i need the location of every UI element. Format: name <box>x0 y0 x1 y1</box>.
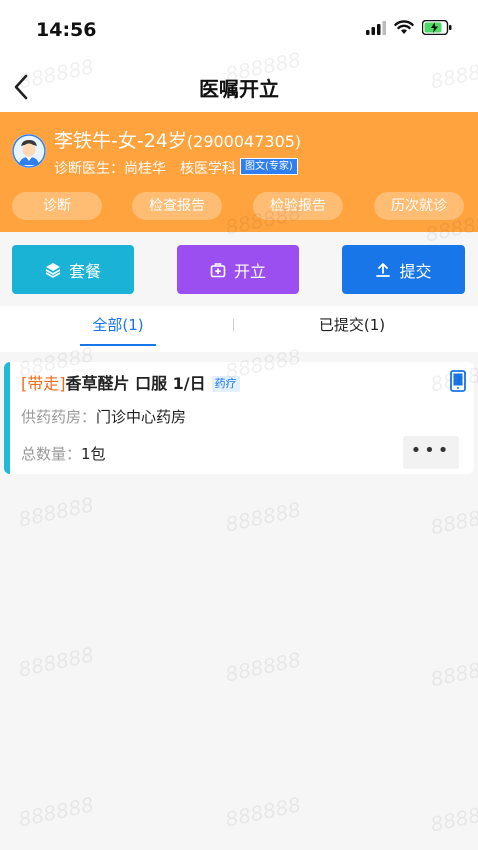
status-icons <box>366 20 452 35</box>
consult-type-badge: 图文(专家) <box>240 158 298 175</box>
order-tabs: 全部(1) 已提交(1) <box>0 306 478 352</box>
patient-name-text: 李铁牛-女-24岁 <box>54 130 187 152</box>
more-options-button[interactable]: ••• <box>403 436 459 469</box>
doctor-name: 尚桂华 <box>124 161 166 177</box>
department-name: 核医学科 <box>180 161 236 177</box>
tab-all[interactable]: 全部(1) <box>58 306 178 352</box>
watermark: 888888 <box>16 792 97 832</box>
prescribe-button-label: 开立 <box>233 261 266 281</box>
patient-name: 李铁牛-女-24岁(2900047305) <box>54 126 301 153</box>
order-title-text: 香草醛片 口服 1/日 <box>65 374 206 393</box>
pharmacy-label: 供药药房： <box>21 408 97 426</box>
signal-icon <box>366 20 386 35</box>
quantity-value: 1包 <box>81 445 106 463</box>
tab-submitted-label: 已提交(1) <box>318 316 386 334</box>
doctor-line: 诊断医生：尚桂华 核医学科 图文(专家) <box>54 158 298 178</box>
patient-id: (2900047305) <box>186 132 302 151</box>
patient-card: 李铁牛-女-24岁(2900047305) 诊断医生：尚桂华 核医学科 图文(专家)… <box>0 112 478 232</box>
nav-bar: 医嘱开立 <box>0 62 478 112</box>
watermark: 888888 <box>16 492 97 532</box>
order-status-bar <box>4 362 10 474</box>
prescribe-button[interactable]: 开立 <box>177 245 299 294</box>
order-card[interactable]: [带走]香草醛片 口服 1/日 药疗 供药药房：门诊中心药房 总数量：1包 ••• <box>4 362 474 474</box>
quick-tab-visit-history[interactable]: 历次就诊 <box>374 192 464 220</box>
tab-active-indicator <box>80 344 156 346</box>
watermark: 888888 <box>16 642 97 682</box>
tab-divider <box>233 319 234 331</box>
wifi-icon <box>394 20 414 34</box>
submit-button-label: 提交 <box>399 261 432 281</box>
watermark: 888888 <box>223 792 304 832</box>
quick-tab-exam-report[interactable]: 检查报告 <box>132 192 222 220</box>
doctor-avatar <box>12 134 46 168</box>
battery-icon <box>422 20 452 35</box>
upload-icon <box>376 262 391 277</box>
quantity-label: 总数量： <box>21 445 82 463</box>
order-title: [带走]香草醛片 口服 1/日 药疗 <box>21 370 240 394</box>
avatar-icon <box>12 134 46 168</box>
package-button-label: 套餐 <box>68 261 101 281</box>
watermark: 888888 <box>428 797 478 837</box>
quantity-row: 总数量：1包 <box>21 443 106 464</box>
watermark: 888888 <box>223 497 304 537</box>
mobile-device-icon <box>450 370 466 392</box>
status-bar: 14:56 <box>0 0 478 62</box>
watermark: 888888 <box>223 647 304 687</box>
medkit-icon <box>210 262 226 277</box>
submit-button[interactable]: 提交 <box>342 245 465 294</box>
watermark: 888888 <box>428 652 478 692</box>
tab-all-label: 全部(1) <box>92 316 144 334</box>
action-bar: 套餐 开立 提交 <box>0 232 478 306</box>
layers-icon <box>45 262 61 278</box>
tab-submitted[interactable]: 已提交(1) <box>292 306 412 352</box>
package-button[interactable]: 套餐 <box>12 245 134 294</box>
pharmacy-row: 供药药房：门诊中心药房 <box>21 406 186 427</box>
order-type-badge: 药疗 <box>211 376 240 392</box>
take-away-tag: [带走] <box>21 374 66 393</box>
quick-tab-diagnosis[interactable]: 诊断 <box>12 192 102 220</box>
page-title: 医嘱开立 <box>199 77 279 101</box>
doctor-label: 诊断医生： <box>54 161 124 177</box>
status-time: 14:56 <box>36 19 97 41</box>
watermark: 888888 <box>428 500 478 540</box>
quick-tabs: 诊断 检查报告 检验报告 历次就诊 <box>0 192 478 220</box>
quick-tab-lab-report[interactable]: 检验报告 <box>253 192 343 220</box>
pharmacy-value: 门诊中心药房 <box>96 408 187 426</box>
